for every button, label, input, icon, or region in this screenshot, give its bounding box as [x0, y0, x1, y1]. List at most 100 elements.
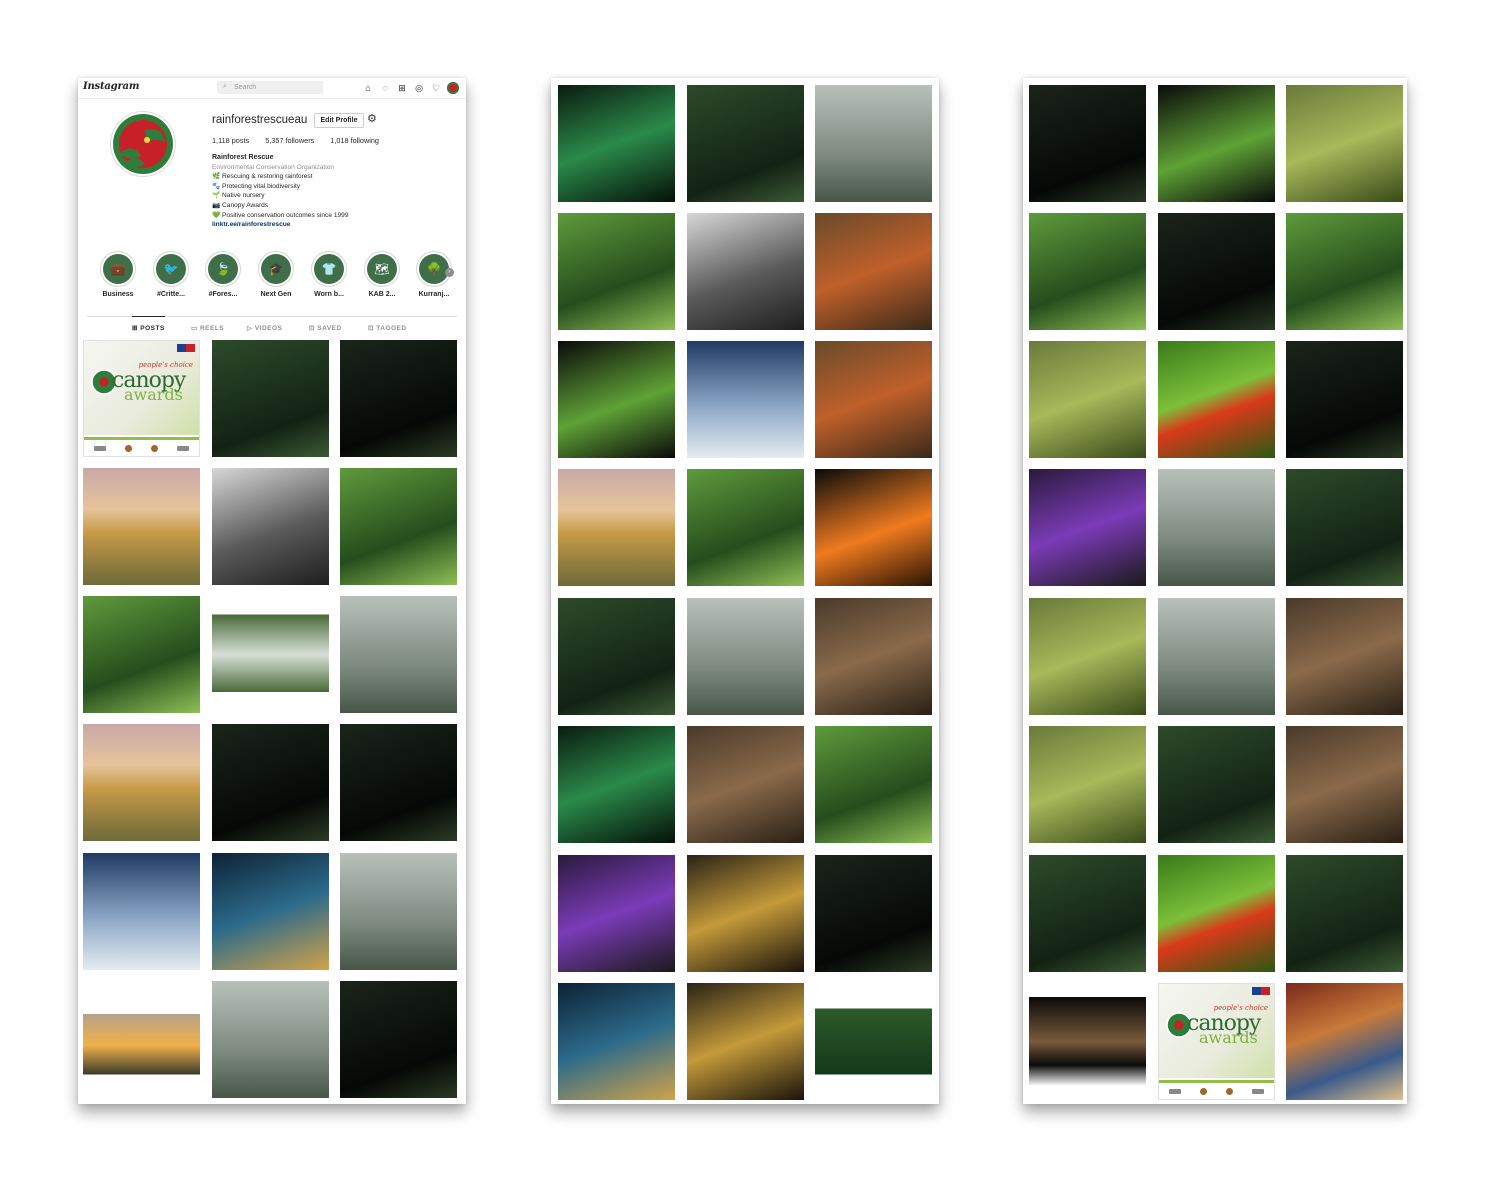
highlight-kab[interactable]: 🗺 KAB 2... — [364, 251, 400, 298]
tab-posts[interactable]: ⊞ POSTS — [132, 316, 165, 332]
profile-category: Environmental Conservation Organization — [212, 163, 335, 171]
photo-tapir[interactable] — [1158, 213, 1275, 330]
photo-gorilla-face[interactable] — [1286, 341, 1403, 458]
photo-green-frog[interactable] — [1158, 855, 1275, 972]
photo-sunbird[interactable] — [1029, 726, 1146, 843]
photo-hummingbird[interactable] — [1029, 598, 1146, 715]
photo-waterfall-ferns[interactable] — [340, 340, 457, 457]
photo-kingfisher[interactable] — [1029, 341, 1146, 458]
photo-black-waterfall[interactable] — [1029, 85, 1146, 202]
photo-egret-roots[interactable] — [815, 598, 932, 715]
photo-blue-fern-spiral[interactable] — [558, 983, 675, 1100]
bio-line: 📷 Canopy Awards — [212, 201, 269, 209]
profile-link[interactable]: linktr.ee/rainforestrescue — [212, 220, 452, 230]
instagram-logo[interactable]: Instagram — [83, 81, 139, 92]
photo-cloud-forest[interactable] — [83, 853, 200, 970]
photo-glowing-fungi[interactable] — [558, 85, 675, 202]
photo-aerial-road[interactable] — [558, 213, 675, 330]
nav-icons: ⌂ ◌ ⊞ ◎ ♡ — [362, 82, 459, 94]
photo-tiny-mushrooms[interactable] — [1286, 85, 1403, 202]
photo-mountain-fog[interactable] — [83, 724, 200, 841]
highlight-label: #Fores... — [208, 291, 238, 298]
photo-canopy-awards[interactable]: people's choice canopy awards — [83, 340, 200, 457]
photo-cassowary-stream[interactable] — [1286, 598, 1403, 715]
followers-count[interactable]: 5,357 followers — [265, 136, 314, 145]
highlight-forest[interactable]: 🍃 #Fores... — [205, 251, 241, 298]
tab-tagged[interactable]: ⊡ TAGGED — [368, 324, 407, 332]
highlight-critters[interactable]: 🐦 #Critte... — [153, 251, 189, 298]
photo-creek-waterfall[interactable] — [687, 85, 804, 202]
chevron-right-icon[interactable]: › — [445, 268, 454, 277]
highlight-next-gen[interactable]: 🎓 Next Gen — [258, 251, 294, 298]
photo-chameleon[interactable] — [1158, 469, 1275, 586]
heart-icon[interactable]: ♡ — [430, 82, 442, 94]
photo-glowing-fungi-2[interactable] — [558, 726, 675, 843]
photo-strangler-fig[interactable] — [1029, 855, 1146, 972]
highlight-label: KAB 2... — [368, 291, 396, 298]
highlight-label: Worn b... — [314, 291, 344, 298]
photo-canopy-awards[interactable]: people's choice canopy awards — [1158, 983, 1275, 1100]
photo-thin-waterfall[interactable] — [340, 724, 457, 841]
photo-forest-path[interactable] — [212, 340, 329, 457]
photo-river-reflection[interactable] — [83, 596, 200, 713]
photo-tree-stump-bw[interactable] — [687, 213, 804, 330]
home-icon[interactable]: ⌂ — [362, 82, 374, 94]
photo-green-leaves[interactable] — [340, 468, 457, 585]
photo-gorillas-leaves[interactable] — [1286, 213, 1403, 330]
photo-dot-art-woman[interactable] — [1286, 983, 1403, 1100]
edit-profile-button[interactable]: Edit Profile — [314, 113, 364, 128]
photo-water-lily[interactable] — [1029, 469, 1146, 586]
photo-foggy-tree[interactable] — [340, 853, 457, 970]
photo-forest-pond[interactable] — [815, 983, 932, 1100]
tab-reels[interactable]: ▭ REELS — [191, 324, 224, 332]
photo-misty-cliff-bw[interactable] — [212, 468, 329, 585]
highlight-business[interactable]: 💼 Business — [100, 251, 136, 298]
profile-avatar[interactable] — [110, 111, 176, 177]
photo-sunset-hills[interactable] — [83, 981, 200, 1098]
following-count[interactable]: 1,018 following — [330, 136, 379, 145]
photo-orangutan-water[interactable] — [1286, 855, 1403, 972]
photo-dark-tree-trunks[interactable] — [340, 981, 457, 1098]
photo-mossy-log[interactable] — [558, 598, 675, 715]
photo-lime-plant[interactable] — [1158, 85, 1275, 202]
new-post-icon[interactable]: ⊞ — [396, 82, 408, 94]
photo-yellow-mushroom[interactable] — [687, 983, 804, 1100]
photo-baby-gorilla[interactable] — [1029, 213, 1146, 330]
search-box[interactable]: ⌕ Search — [217, 81, 323, 94]
photo-cassowary-head[interactable] — [1286, 726, 1403, 843]
photo-orangutan[interactable] — [815, 213, 932, 330]
photo-lizard[interactable] — [1158, 598, 1275, 715]
photo-red-eyed-frogs[interactable] — [1158, 341, 1275, 458]
photo-orange-mushrooms[interactable] — [815, 469, 932, 586]
profile-avatar-icon[interactable] — [447, 82, 459, 94]
photo-beach-sunset[interactable] — [83, 468, 200, 585]
messenger-icon[interactable]: ◌ — [379, 82, 391, 94]
photo-green-pod[interactable] — [558, 341, 675, 458]
photo-dark-forest[interactable] — [212, 724, 329, 841]
tab-saved[interactable]: ⊡ SAVED — [309, 324, 342, 332]
tab-videos[interactable]: ▷ VIDEOS — [247, 324, 282, 332]
photo-cascade[interactable] — [340, 596, 457, 713]
photo-misty-trunks[interactable] — [815, 85, 932, 202]
photo-hanging-roots[interactable] — [1286, 469, 1403, 586]
explore-icon[interactable]: ◎ — [413, 82, 425, 94]
photo-vine-orchid[interactable] — [1029, 983, 1146, 1100]
photo-two-hummingbirds[interactable] — [1158, 726, 1275, 843]
photo-caged-orangutan[interactable] — [815, 341, 932, 458]
photo-white-fungi-dark[interactable] — [815, 855, 932, 972]
emu-icon: 🐦 — [156, 254, 186, 284]
photo-purple-mushrooms[interactable] — [558, 855, 675, 972]
briefcase-icon: 💼 — [103, 254, 133, 284]
highlight-worn[interactable]: 👕 Worn b... — [311, 251, 347, 298]
photo-waterfall-sunbeams[interactable] — [212, 596, 329, 713]
photo-white-mushrooms[interactable] — [687, 726, 804, 843]
photo-sunrays-trees[interactable] — [212, 981, 329, 1098]
photo-girl-ferns[interactable] — [687, 469, 804, 586]
photo-spiral-fern[interactable] — [687, 855, 804, 972]
settings-gear-icon[interactable]: ⚙ — [367, 112, 377, 125]
photo-tree-fern[interactable] — [815, 726, 932, 843]
photo-dawn-valley[interactable] — [558, 469, 675, 586]
photo-blue-forest-figure[interactable] — [687, 341, 804, 458]
photo-cassowary-road[interactable] — [687, 598, 804, 715]
photo-canopy-from-below[interactable] — [212, 853, 329, 970]
